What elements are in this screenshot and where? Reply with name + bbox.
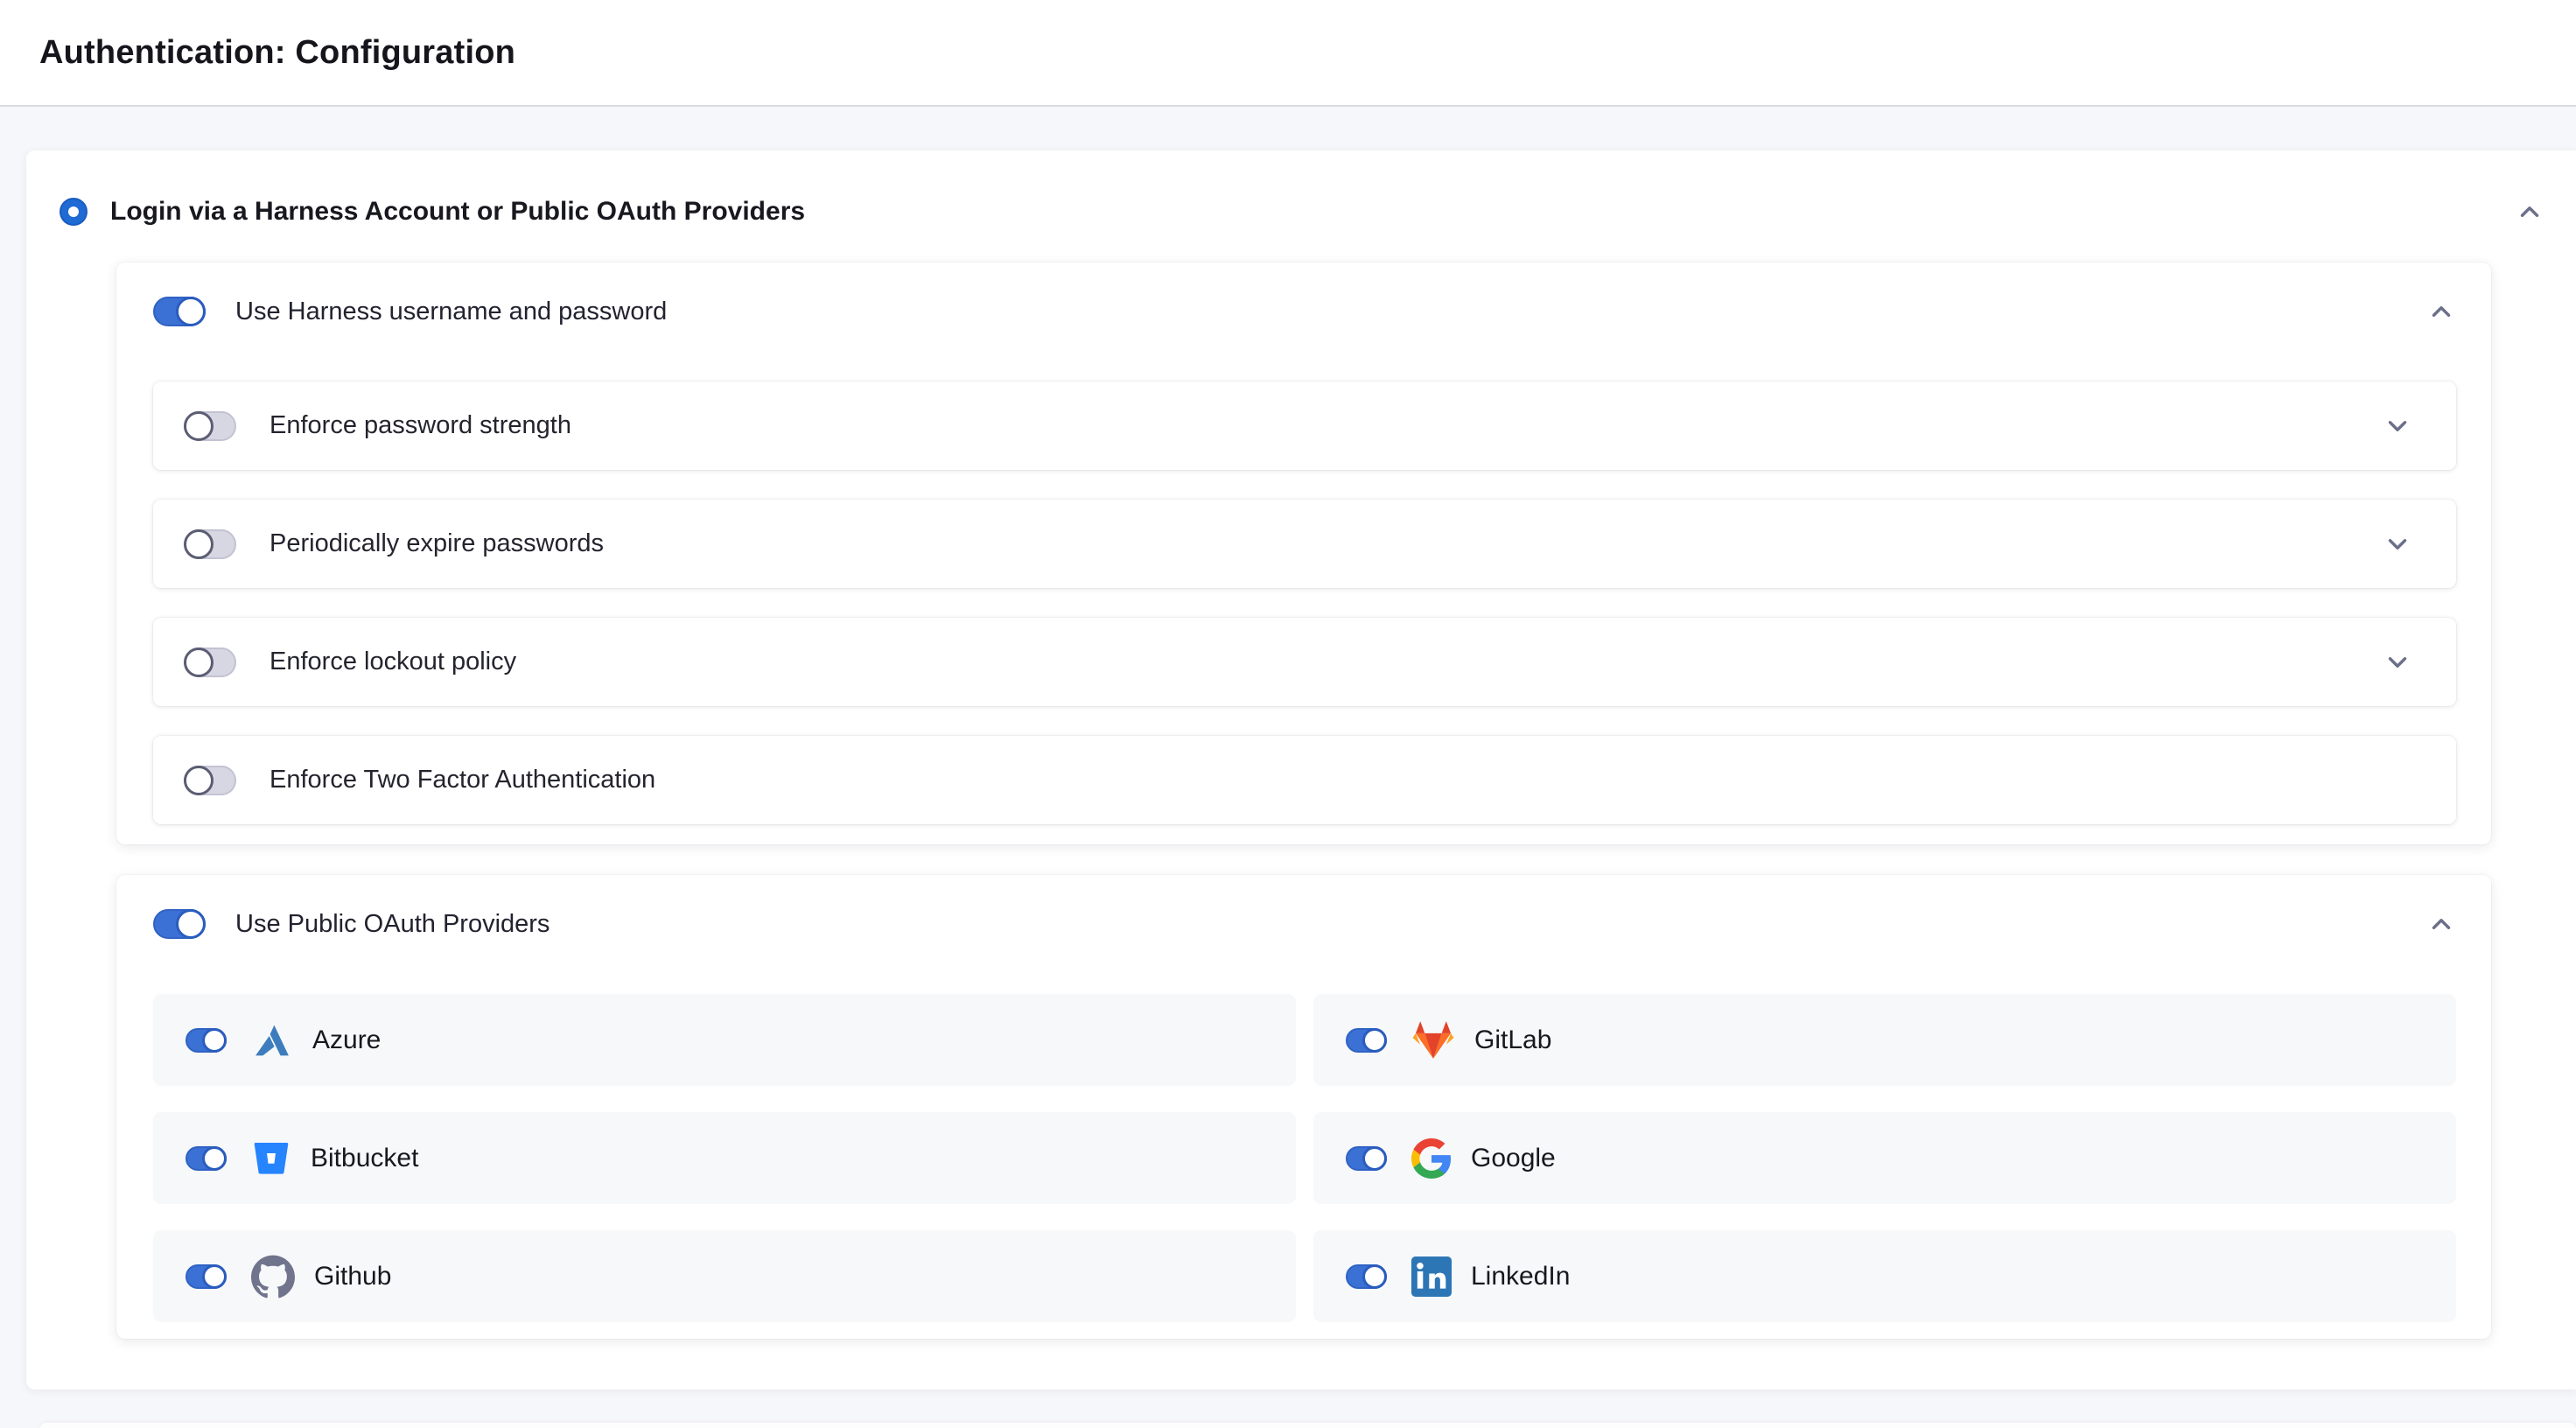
- username-password-toggle[interactable]: [153, 297, 206, 326]
- page-title: Authentication: Configuration: [39, 34, 515, 72]
- provider-row-gitlab: GitLab: [1313, 994, 2456, 1086]
- github-toggle[interactable]: [186, 1264, 227, 1289]
- toggle-knob: [184, 766, 214, 795]
- lockout-policy-toggle[interactable]: [184, 648, 236, 677]
- provider-row-google: Google: [1313, 1112, 2456, 1204]
- radio-dot: [68, 206, 79, 217]
- expire-passwords-toggle[interactable]: [184, 529, 236, 559]
- oauth-providers-toggle[interactable]: [153, 909, 206, 939]
- toggle-knob: [1362, 1146, 1387, 1171]
- login-method-radio[interactable]: [60, 198, 88, 226]
- toggle-knob: [184, 529, 214, 559]
- provider-label: GitLab: [1474, 1026, 1551, 1055]
- oauth-providers-header: Use Public OAuth Providers: [153, 901, 2456, 947]
- bitbucket-icon: [251, 1138, 291, 1179]
- provider-row-azure: Azure: [153, 994, 1296, 1086]
- option-row-password-strength: Enforce password strength: [153, 382, 2456, 470]
- gitlab-icon: [1411, 1019, 1455, 1060]
- next-section-card-edge: [39, 1423, 2576, 1428]
- provider-label: Bitbucket: [311, 1144, 418, 1173]
- provider-label: Google: [1471, 1144, 1556, 1173]
- azure-toggle[interactable]: [186, 1028, 227, 1053]
- login-method-label: Login via a Harness Account or Public OA…: [110, 197, 805, 227]
- toggle-knob: [1362, 1028, 1387, 1053]
- username-password-header: Use Harness username and password: [153, 289, 2456, 334]
- google-icon: [1411, 1138, 1452, 1179]
- toggle-knob: [202, 1264, 227, 1289]
- oauth-providers-label: Use Public OAuth Providers: [235, 910, 550, 939]
- toggle-knob: [176, 297, 206, 326]
- auth-config-card: Login via a Harness Account or Public OA…: [26, 150, 2576, 1390]
- option-row-expire-passwords: Periodically expire passwords: [153, 500, 2456, 588]
- two-factor-toggle[interactable]: [184, 766, 236, 795]
- gitlab-toggle[interactable]: [1346, 1028, 1387, 1053]
- provider-label: Azure: [312, 1026, 381, 1055]
- provider-row-github: Github: [153, 1230, 1296, 1322]
- provider-label: LinkedIn: [1471, 1262, 1570, 1292]
- option-label: Enforce lockout policy: [270, 648, 516, 676]
- option-label: Periodically expire passwords: [270, 529, 604, 558]
- username-password-card: Use Harness username and password Enforc…: [116, 262, 2491, 844]
- bitbucket-toggle[interactable]: [186, 1146, 227, 1171]
- azure-icon: [251, 1021, 293, 1060]
- chevron-up-icon[interactable]: [2515, 197, 2544, 227]
- option-row-lockout-policy: Enforce lockout policy: [153, 618, 2456, 706]
- username-password-label: Use Harness username and password: [235, 298, 667, 326]
- google-toggle[interactable]: [1346, 1146, 1387, 1171]
- option-label: Enforce password strength: [270, 411, 571, 440]
- linkedin-toggle[interactable]: [1346, 1264, 1387, 1289]
- providers-grid: Azure: [153, 994, 2456, 1322]
- oauth-providers-card: Use Public OAuth Providers Az: [116, 875, 2491, 1339]
- chevron-up-icon[interactable]: [2426, 297, 2456, 326]
- chevron-down-icon[interactable]: [2383, 648, 2412, 677]
- provider-label: Github: [314, 1262, 391, 1292]
- linkedin-icon: [1411, 1256, 1452, 1297]
- content-area: Login via a Harness Account or Public OA…: [0, 107, 2576, 1428]
- toggle-knob: [184, 648, 214, 677]
- provider-row-linkedin: LinkedIn: [1313, 1230, 2456, 1322]
- chevron-down-icon[interactable]: [2383, 529, 2412, 559]
- toggle-knob: [184, 411, 214, 441]
- option-row-two-factor: Enforce Two Factor Authentication: [153, 736, 2456, 824]
- github-icon: [251, 1255, 295, 1298]
- toggle-knob: [202, 1028, 227, 1053]
- page-header: Authentication: Configuration: [0, 0, 2576, 107]
- login-method-row: Login via a Harness Account or Public OA…: [60, 191, 2544, 233]
- toggle-knob: [176, 909, 206, 939]
- toggle-knob: [1362, 1264, 1387, 1289]
- option-label: Enforce Two Factor Authentication: [270, 766, 655, 794]
- password-strength-toggle[interactable]: [184, 411, 236, 441]
- chevron-up-icon[interactable]: [2426, 909, 2456, 939]
- toggle-knob: [202, 1146, 227, 1171]
- password-options-list: Enforce password strength Periodically e…: [153, 382, 2456, 824]
- chevron-down-icon[interactable]: [2383, 411, 2412, 441]
- provider-row-bitbucket: Bitbucket: [153, 1112, 1296, 1204]
